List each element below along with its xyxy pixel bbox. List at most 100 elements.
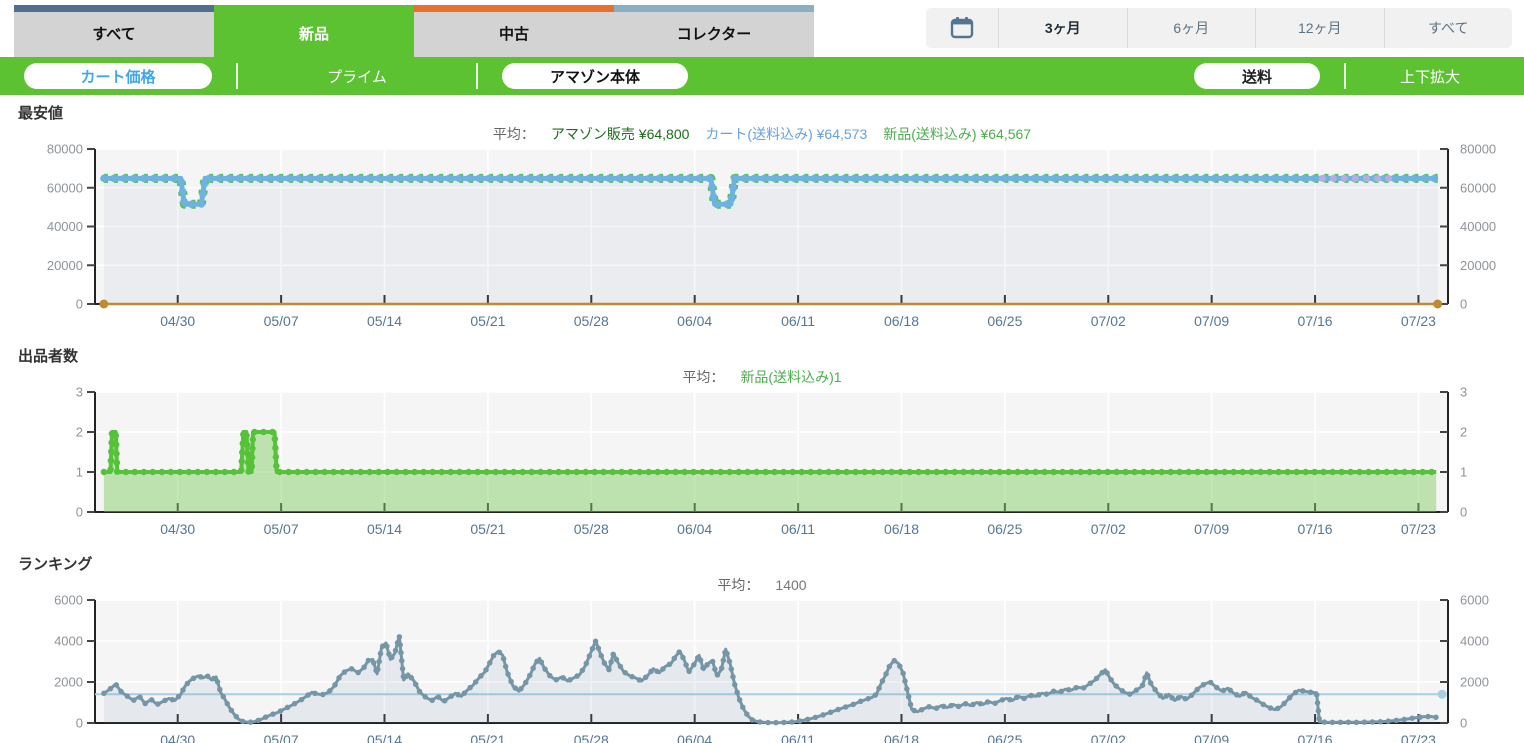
tab-used-label: 中古: [498, 26, 529, 43]
svg-text:07/23: 07/23: [1401, 313, 1436, 329]
condition-tabs: すべて 新品 中古 コレクター: [14, 5, 814, 57]
svg-text:60000: 60000: [47, 180, 83, 195]
svg-text:04/30: 04/30: [160, 521, 195, 537]
lowest-price-subtitle: 平均： アマゾン販売 ¥64,800 カート(送料込み) ¥64,573 新品(送料込…: [0, 125, 1524, 143]
range-option-12months[interactable]: 12ヶ月: [1255, 8, 1384, 48]
amazon-body-toggle[interactable]: アマゾン本体: [502, 63, 688, 89]
svg-text:0: 0: [76, 716, 83, 731]
separator: [1344, 63, 1346, 89]
svg-text:6000: 6000: [54, 594, 83, 608]
tab-collector-color-strip: [614, 5, 814, 12]
ranking-title: ランキング: [18, 556, 93, 573]
svg-text:04/30: 04/30: [160, 732, 195, 743]
svg-text:6000: 6000: [1460, 594, 1489, 608]
tab-used[interactable]: 中古: [414, 5, 614, 57]
series-toolbar: カート価格 プライム アマゾン本体 送料 上下拡大: [0, 57, 1524, 95]
tab-collector[interactable]: コレクター: [614, 5, 814, 57]
range-option-6months[interactable]: 6ヶ月: [1126, 8, 1256, 48]
svg-text:2: 2: [76, 425, 83, 440]
keepa-price-tracker-page: すべて 新品 中古 コレクター 3ヶ月 6ヶ月 12ヶ月 すべて カート価格 プ…: [0, 0, 1524, 743]
svg-text:06/11: 06/11: [781, 521, 815, 537]
svg-text:80000: 80000: [47, 143, 83, 157]
svg-text:05/07: 05/07: [264, 732, 299, 743]
svg-text:0: 0: [1460, 297, 1467, 312]
svg-text:0: 0: [1460, 716, 1467, 731]
tab-all-label: すべて: [92, 26, 136, 43]
svg-text:2000: 2000: [1460, 675, 1489, 690]
svg-text:07/16: 07/16: [1298, 313, 1333, 329]
shipping-toggle[interactable]: 送料: [1194, 63, 1320, 89]
svg-text:06/25: 06/25: [987, 732, 1022, 743]
svg-text:07/23: 07/23: [1401, 521, 1436, 537]
svg-text:60000: 60000: [1460, 180, 1496, 195]
seller-count-title: 出品者数: [18, 348, 79, 365]
expand-vertical-toggle[interactable]: 上下拡大: [1370, 66, 1490, 87]
svg-text:07/16: 07/16: [1298, 521, 1333, 537]
svg-text:05/28: 05/28: [574, 313, 609, 329]
time-range-selector: 3ヶ月 6ヶ月 12ヶ月 すべて: [926, 8, 1512, 48]
ranking-chart: 0 0 2000 2000 4000 4000 6000 6000 04/30 05/07 05/1…: [54, 594, 1489, 743]
svg-text:2000: 2000: [54, 675, 83, 690]
prime-toggle[interactable]: プライム: [262, 66, 452, 87]
range-option-3months[interactable]: 3ヶ月: [998, 8, 1127, 48]
svg-text:07/09: 07/09: [1194, 313, 1229, 329]
svg-text:06/18: 06/18: [884, 732, 919, 743]
svg-text:06/04: 06/04: [677, 521, 712, 537]
svg-text:07/16: 07/16: [1298, 732, 1333, 743]
svg-text:07/23: 07/23: [1401, 732, 1436, 743]
svg-text:07/09: 07/09: [1194, 521, 1229, 537]
range-option-all[interactable]: すべて: [1383, 8, 1513, 48]
svg-text:2: 2: [1460, 425, 1467, 440]
svg-text:06/25: 06/25: [987, 313, 1022, 329]
lowest-price-title: 最安値: [18, 105, 64, 122]
svg-text:0: 0: [76, 505, 83, 520]
svg-text:05/21: 05/21: [470, 732, 505, 743]
seller-count-chart: 0 0 1 1 2 2 3 3 04/30 05/07 05/14 05/21 05/28 06/04 06…: [76, 386, 1467, 537]
series-toggles-left: カート価格 プライム アマゾン本体: [24, 63, 688, 89]
svg-text:40000: 40000: [1460, 219, 1496, 234]
subtitle-average-value: 1400: [775, 577, 807, 593]
subtitle-average-value: 新品(送料込み)1: [740, 369, 842, 385]
svg-text:05/21: 05/21: [470, 521, 505, 537]
svg-text:07/02: 07/02: [1091, 732, 1126, 743]
cart-price-toggle[interactable]: カート価格: [24, 63, 212, 89]
calendar-icon: [926, 8, 998, 48]
svg-text:05/07: 05/07: [264, 521, 299, 537]
tab-all[interactable]: すべて: [14, 5, 214, 57]
average-label: 平均：: [682, 369, 725, 385]
svg-text:3: 3: [76, 386, 83, 400]
seller-count-subtitle: 平均： 新品(送料込み)1: [0, 368, 1524, 386]
svg-text:0: 0: [1460, 505, 1467, 520]
tab-used-color-strip: [414, 5, 614, 12]
lowest-price-section: 最安値 平均： アマゾン販売 ¥64,800 カート(送料込み) ¥64,573 新品…: [0, 105, 1524, 338]
tab-new-label: 新品: [298, 26, 329, 43]
svg-text:06/11: 06/11: [781, 313, 815, 329]
svg-text:05/14: 05/14: [367, 732, 402, 743]
subtitle-average-value: カート(送料込み) ¥64,573: [705, 126, 868, 142]
svg-text:04/30: 04/30: [160, 313, 195, 329]
svg-text:3: 3: [1460, 386, 1467, 400]
svg-text:07/09: 07/09: [1194, 732, 1229, 743]
svg-text:4000: 4000: [54, 634, 83, 649]
svg-text:20000: 20000: [1460, 258, 1496, 273]
svg-text:06/18: 06/18: [884, 313, 919, 329]
subtitle-average-value: アマゾン販売 ¥64,800: [550, 126, 690, 142]
tab-new[interactable]: 新品: [214, 5, 414, 57]
svg-text:06/18: 06/18: [884, 521, 919, 537]
average-label: 平均：: [492, 126, 535, 142]
ranking-section: ランキング 平均： 1400 0 0 2000 2000 4000 4000 6000 6000…: [0, 556, 1524, 743]
svg-text:06/04: 06/04: [677, 732, 712, 743]
separator: [476, 63, 478, 89]
svg-text:05/28: 05/28: [574, 521, 609, 537]
svg-text:06/25: 06/25: [987, 521, 1022, 537]
svg-text:05/14: 05/14: [367, 521, 402, 537]
svg-text:0: 0: [76, 297, 83, 312]
seller-count-section: 出品者数 平均： 新品(送料込み)1 0 0 1 1 2 2 3 3 04/30 05/07 05/1…: [0, 348, 1524, 546]
tab-collector-label: コレクター: [676, 26, 752, 43]
subtitle-average-value: 新品(送料込み) ¥64,567: [883, 126, 1032, 142]
series-toggles-right: 送料 上下拡大: [1194, 63, 1490, 89]
svg-text:1: 1: [76, 465, 83, 480]
svg-text:20000: 20000: [47, 258, 83, 273]
svg-text:40000: 40000: [47, 219, 83, 234]
svg-text:07/02: 07/02: [1091, 521, 1126, 537]
